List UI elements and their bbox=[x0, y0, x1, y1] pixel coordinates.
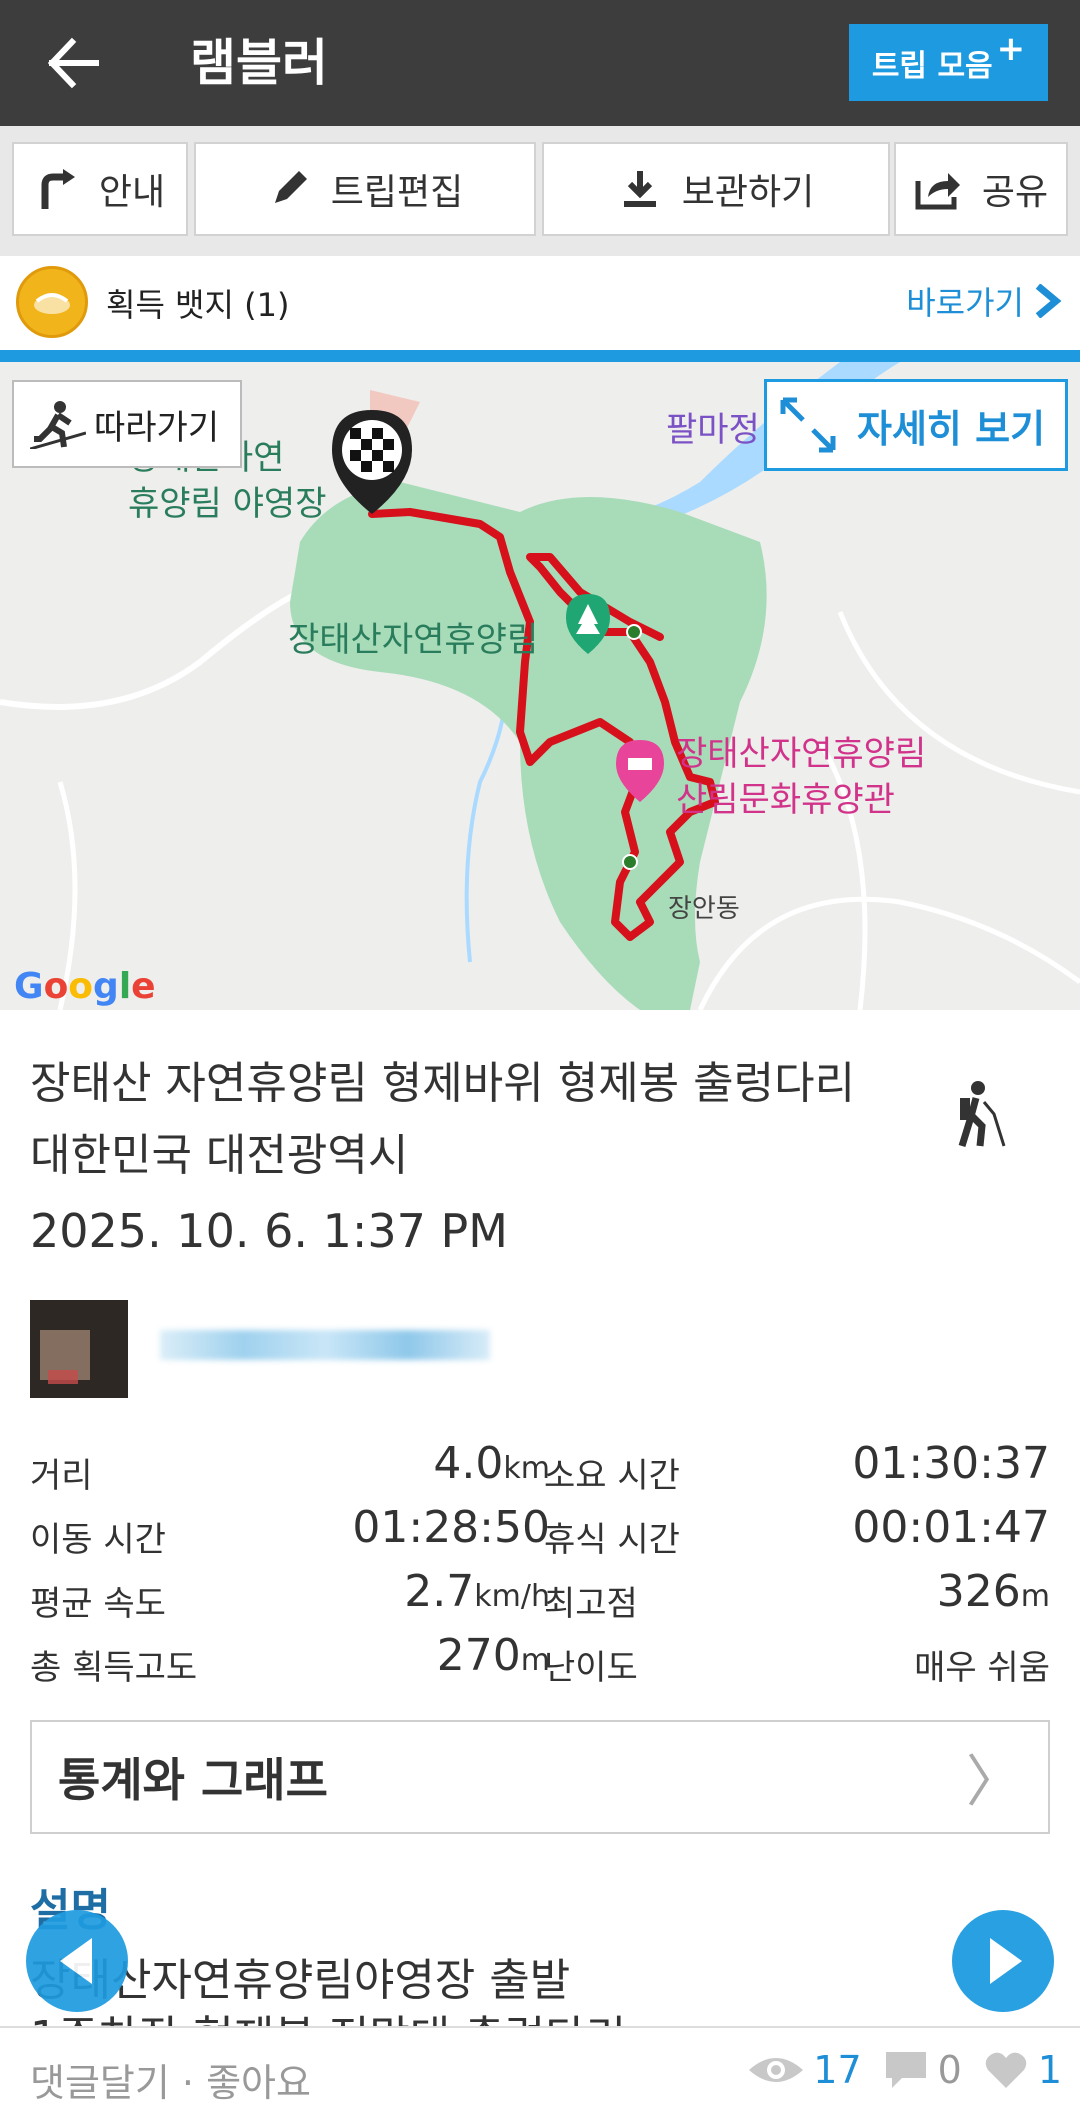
pencil-icon bbox=[274, 171, 307, 203]
moving-time-value: 01:28:50 bbox=[352, 1502, 550, 1553]
username-redacted[interactable] bbox=[160, 1330, 490, 1360]
total-ascent-label: 총 획득고도 bbox=[30, 1648, 198, 1688]
highest-point-value: 326m bbox=[936, 1566, 1050, 1617]
back-arrow-icon[interactable] bbox=[42, 32, 104, 94]
follow-button[interactable]: 따라가기 bbox=[12, 380, 242, 468]
guide-label: 안내 bbox=[98, 172, 166, 213]
share-button[interactable]: 공유 bbox=[894, 142, 1068, 236]
like-count: 1 bbox=[1037, 2048, 1062, 2092]
save-button[interactable]: 보관하기 bbox=[542, 142, 890, 236]
comment-count: 0 bbox=[937, 2048, 962, 2092]
moving-time-label: 이동 시간 bbox=[30, 1520, 166, 1560]
distance-label: 거리 bbox=[30, 1456, 93, 1496]
trip-location: 대한민국 대전광역시 bbox=[30, 1130, 409, 1181]
previous-trip-button[interactable] bbox=[26, 1910, 128, 2012]
play-right-icon bbox=[990, 1938, 1022, 1984]
badge-icon bbox=[16, 266, 88, 338]
download-icon bbox=[623, 171, 656, 207]
turn-arrow-icon bbox=[41, 169, 75, 209]
map-label-forest: 장태산자연휴양림 bbox=[288, 620, 539, 660]
map-label-campsite-2: 휴양림 야영장 bbox=[128, 484, 327, 524]
google-logo: Google bbox=[14, 966, 156, 1007]
trip-date: 2025. 10. 6. 1:37 PM bbox=[30, 1204, 508, 1258]
trip-title: 장태산 자연휴양림 형제바위 형제봉 출렁다리 대한민국 대전광역시 bbox=[30, 1048, 900, 1192]
accent-divider bbox=[0, 350, 1080, 362]
save-label: 보관하기 bbox=[681, 172, 815, 213]
plus-icon: + bbox=[996, 28, 1026, 69]
detail-view-button[interactable]: 자세히 보기 bbox=[764, 379, 1068, 471]
play-left-icon bbox=[60, 1938, 92, 1984]
hiker-follow-icon bbox=[30, 401, 86, 449]
view-count: 17 bbox=[813, 2048, 862, 2092]
trip-collection-label: 트립 모음 bbox=[871, 48, 993, 84]
difficulty-label: 난이도 bbox=[544, 1648, 638, 1688]
duration-value: 01:30:37 bbox=[852, 1438, 1050, 1489]
comment-icon[interactable] bbox=[884, 2050, 928, 2090]
expand-icon bbox=[780, 397, 836, 453]
edit-trip-label: 트립편집 bbox=[330, 172, 464, 213]
top-app-bar: 램블러 트립 모음 + bbox=[0, 0, 1080, 126]
goto-link[interactable]: 바로가기 bbox=[906, 278, 1062, 324]
rest-time-value: 00:01:47 bbox=[852, 1502, 1050, 1553]
stat-row: 이동 시간 01:28:50 휴식 시간 00:01:47 bbox=[30, 1502, 1050, 1566]
next-trip-button[interactable] bbox=[952, 1910, 1054, 2012]
stat-row: 평균 속도 2.7km/h 최고점 326m bbox=[30, 1566, 1050, 1630]
total-ascent-value: 270m bbox=[436, 1630, 550, 1681]
duration-label: 소요 시간 bbox=[544, 1456, 680, 1496]
badge-bar: 획득 뱃지 (1) 바로가기 bbox=[0, 256, 1080, 350]
map-label-culture-1: 장태산자연휴양림 bbox=[676, 734, 927, 774]
map-label-culture-2: 산림문화휴양관 bbox=[676, 780, 895, 820]
highest-point-label: 최고점 bbox=[544, 1584, 638, 1624]
avatar[interactable] bbox=[30, 1300, 128, 1398]
hiking-activity-icon bbox=[950, 1080, 1014, 1154]
avg-speed-label: 평균 속도 bbox=[30, 1584, 166, 1624]
difficulty-value: 매우 쉬움 bbox=[914, 1648, 1050, 1688]
rest-time-label: 휴식 시간 bbox=[544, 1520, 680, 1560]
stat-row: 거리 4.0km 소요 시간 01:30:37 bbox=[30, 1438, 1050, 1502]
comment-like-link[interactable]: 댓글달기 · 좋아요 bbox=[30, 2052, 311, 2107]
detail-view-label: 자세히 보기 bbox=[857, 406, 1046, 451]
eye-icon bbox=[749, 2058, 804, 2082]
footer-counts: 17 0 1 bbox=[747, 2048, 1062, 2092]
follow-label: 따라가기 bbox=[94, 407, 220, 448]
footer-bar: 댓글달기 · 좋아요 17 0 1 bbox=[0, 2026, 1080, 2124]
guide-button[interactable]: 안내 bbox=[12, 142, 188, 236]
heart-icon[interactable] bbox=[984, 2050, 1028, 2090]
trip-title-line1: 장태산 자연휴양림 형제바위 형제봉 출렁다리 bbox=[30, 1058, 856, 1109]
map-label-jangan: 장안동 bbox=[668, 894, 740, 924]
distance-value: 4.0km bbox=[433, 1438, 550, 1489]
chevron-right-icon bbox=[1035, 284, 1062, 318]
stats-graph-button[interactable]: 통계와 그래프 〉 bbox=[30, 1720, 1050, 1834]
avg-speed-value: 2.7km/h bbox=[404, 1566, 550, 1617]
share-icon bbox=[915, 173, 960, 210]
action-toolbar: 안내 트립편집 보관하기 공유 bbox=[0, 126, 1080, 256]
app-title: 램블러 bbox=[190, 34, 328, 92]
goto-label: 바로가기 bbox=[906, 284, 1024, 322]
edit-trip-button[interactable]: 트립편집 bbox=[194, 142, 536, 236]
trip-collection-button[interactable]: 트립 모음 + bbox=[849, 24, 1048, 101]
share-label: 공유 bbox=[981, 172, 1049, 213]
stat-row: 총 획득고도 270m 난이도 매우 쉬움 bbox=[30, 1630, 1050, 1694]
stats-table: 거리 4.0km 소요 시간 01:30:37 이동 시간 01:28:50 휴… bbox=[30, 1438, 1050, 1694]
chevron-right-icon: 〉 bbox=[966, 1749, 1022, 1815]
stats-graph-label: 통계와 그래프 bbox=[58, 1753, 328, 1807]
map-label-palmajeong: 팔마정 bbox=[666, 410, 760, 450]
badge-label: 획득 뱃지 (1) bbox=[106, 286, 290, 324]
